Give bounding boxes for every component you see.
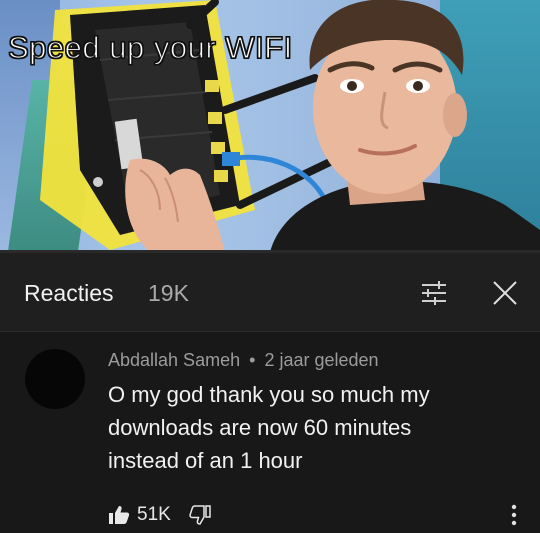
dislike-button[interactable]	[189, 505, 211, 525]
thumbs-down-icon	[189, 505, 211, 525]
comment-author[interactable]: Abdallah Sameh	[108, 350, 240, 370]
close-button[interactable]	[485, 273, 525, 313]
comment-time: 2 jaar geleden	[264, 350, 379, 370]
more-options-button[interactable]	[504, 500, 524, 530]
comment-text: O my god thank you so much my downloads …	[108, 382, 430, 473]
comment-meta: Abdallah Sameh • 2 jaar geleden	[108, 350, 379, 371]
comments-header: Reacties 19K	[0, 253, 540, 332]
comment-item: Abdallah Sameh • 2 jaar geleden O my god…	[0, 332, 540, 533]
like-button[interactable]: 51K	[108, 504, 171, 526]
close-icon	[493, 281, 517, 305]
sliders-icon	[422, 281, 446, 305]
meta-separator: •	[249, 350, 256, 370]
video-thumbnail[interactable]: Speed up your WIFI	[0, 0, 540, 252]
comment-actions: 51K	[108, 502, 211, 528]
like-count: 51K	[137, 504, 171, 525]
sort-filter-button[interactable]	[414, 275, 454, 311]
video-title-overlay: Speed up your WIFI	[7, 29, 293, 65]
comments-count: 19K	[148, 280, 189, 306]
more-vertical-icon	[511, 504, 517, 526]
comments-title: Reacties	[24, 280, 114, 306]
thumbs-up-icon	[109, 506, 130, 524]
avatar[interactable]	[25, 349, 85, 409]
